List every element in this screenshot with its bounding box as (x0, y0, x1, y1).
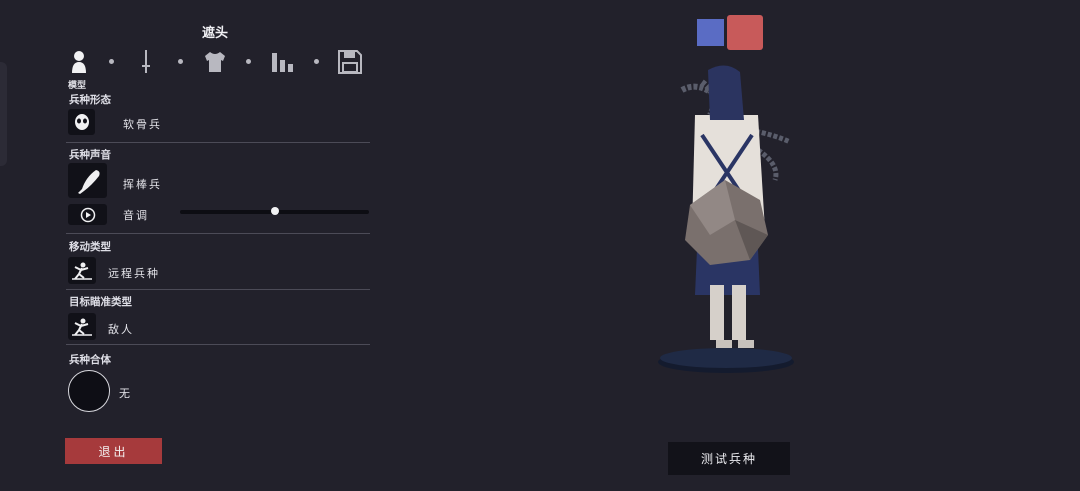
pitch-slider[interactable] (180, 207, 369, 215)
movement-type-selector[interactable] (68, 257, 96, 284)
section-label-targeting-type: 目标瞄准类型 (69, 296, 132, 308)
sword-icon (142, 50, 150, 73)
section-label-movement-type: 移动类型 (69, 241, 111, 253)
tab-separator (314, 59, 319, 64)
target-enemy-icon (72, 318, 92, 336)
unit-voice-value: 挥棒兵 (123, 178, 162, 191)
person-icon (72, 51, 86, 73)
unit-name-title: 遮头 (201, 26, 228, 41)
play-icon (80, 207, 95, 222)
test-unit-button[interactable]: 测试兵种 (668, 442, 790, 475)
unit-combine-selector[interactable] (68, 370, 110, 412)
unit-combine-value: 无 (119, 387, 132, 400)
tab-separator (178, 59, 183, 64)
unit-form-value: 软骨兵 (123, 118, 162, 131)
unit-editor-panel: 遮头 模型 兵种形态 软骨兵 兵种声音 挥棒兵 音调 移动类型 远程兵种 目标瞄… (0, 0, 380, 491)
pitch-slider-thumb[interactable] (270, 207, 279, 215)
tab-stats[interactable] (270, 48, 296, 76)
targeting-type-value: 敌人 (108, 323, 134, 336)
section-divider (66, 142, 370, 143)
bar-chart-icon (272, 53, 293, 72)
editor-tab-bar: 模型 (66, 48, 366, 91)
section-label-unit-form: 兵种形态 (69, 94, 111, 106)
shirt-icon (205, 52, 225, 72)
tab-clothing[interactable] (202, 48, 228, 76)
tab-separator (109, 59, 114, 64)
section-divider (66, 233, 370, 234)
pitch-play-button[interactable] (68, 204, 107, 225)
unit-voice-selector[interactable] (68, 163, 107, 198)
section-divider (66, 344, 370, 345)
movement-type-value: 远程兵种 (108, 267, 160, 280)
ranged-unit-icon (72, 262, 92, 280)
primary-color-swatch[interactable] (697, 19, 724, 46)
section-label-unit-combine: 兵种合体 (69, 354, 111, 366)
secondary-color-swatch[interactable] (727, 15, 763, 50)
section-label-unit-voice: 兵种声音 (69, 149, 111, 161)
exit-button[interactable]: 退出 (65, 438, 162, 464)
tab-model-label: 模型 (68, 81, 87, 91)
tab-weapon[interactable] (133, 48, 159, 76)
section-divider (66, 289, 370, 290)
tab-separator (246, 59, 251, 64)
tab-model[interactable] (66, 48, 92, 76)
tab-save[interactable] (337, 48, 363, 76)
save-icon (338, 50, 362, 74)
club-icon (77, 169, 100, 194)
skull-mask-icon (74, 114, 89, 130)
pitch-label: 音调 (123, 209, 149, 222)
unit-form-selector[interactable] (68, 109, 95, 135)
targeting-type-selector[interactable] (68, 313, 96, 340)
unit-model-preview (658, 65, 794, 373)
